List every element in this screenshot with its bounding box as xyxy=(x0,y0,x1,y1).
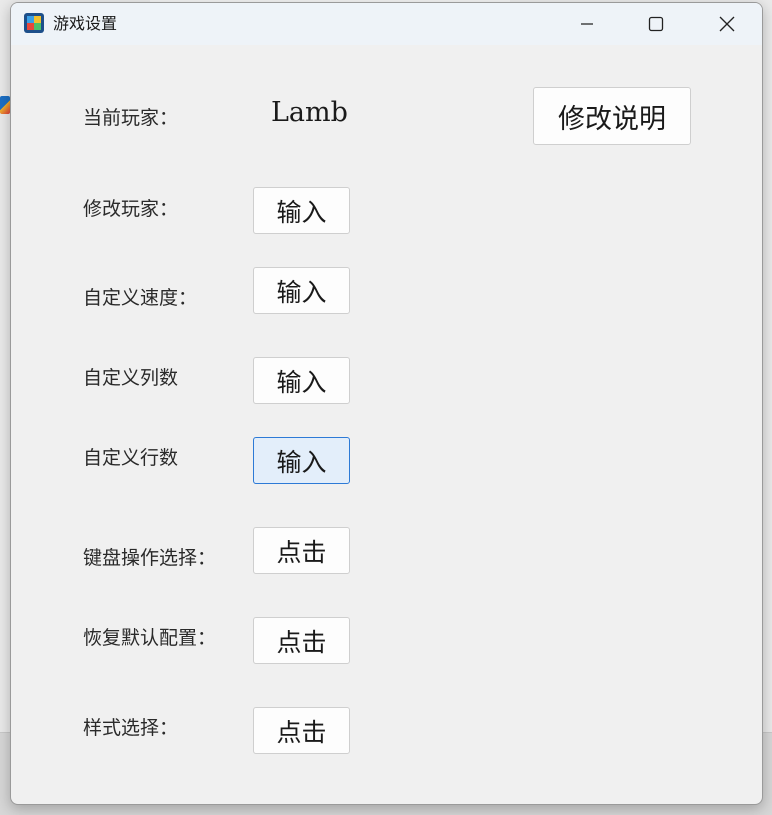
background-app-icon xyxy=(0,96,10,114)
game-settings-window: 游戏设置 当前玩家： Lamb 修改说明 修改玩家： 输入 自定义速度： 输入 … xyxy=(10,2,763,805)
close-button[interactable] xyxy=(704,3,750,45)
custom-rows-label: 自定义行数 xyxy=(83,447,179,469)
keyboard-control-label: 键盘操作选择： xyxy=(83,547,217,569)
custom-speed-label: 自定义速度： xyxy=(83,287,198,309)
style-select-click-button[interactable]: 点击 xyxy=(253,707,350,754)
maximize-button[interactable] xyxy=(633,3,679,45)
keyboard-control-click-button[interactable]: 点击 xyxy=(253,527,350,574)
change-player-input-button[interactable]: 输入 xyxy=(253,187,350,234)
style-select-label: 样式选择： xyxy=(83,717,179,739)
help-button[interactable]: 修改说明 xyxy=(533,87,691,145)
app-icon xyxy=(24,13,44,33)
current-player-label: 当前玩家： xyxy=(83,107,179,129)
restore-defaults-label: 恢复默认配置： xyxy=(83,627,217,649)
custom-columns-label: 自定义列数 xyxy=(83,367,179,389)
minimize-icon xyxy=(581,23,593,25)
minimize-button[interactable] xyxy=(564,3,610,45)
window-title: 游戏设置 xyxy=(53,14,118,33)
current-player-value: Lamb xyxy=(271,97,348,128)
restore-defaults-click-button[interactable]: 点击 xyxy=(253,617,350,664)
title-bar[interactable]: 游戏设置 xyxy=(11,3,762,45)
custom-columns-input-button[interactable]: 输入 xyxy=(253,357,350,404)
custom-rows-input-button[interactable]: 输入 xyxy=(253,437,350,484)
custom-speed-input-button[interactable]: 输入 xyxy=(253,267,350,314)
maximize-icon xyxy=(648,16,664,32)
change-player-label: 修改玩家： xyxy=(83,198,179,220)
close-icon xyxy=(719,16,735,32)
